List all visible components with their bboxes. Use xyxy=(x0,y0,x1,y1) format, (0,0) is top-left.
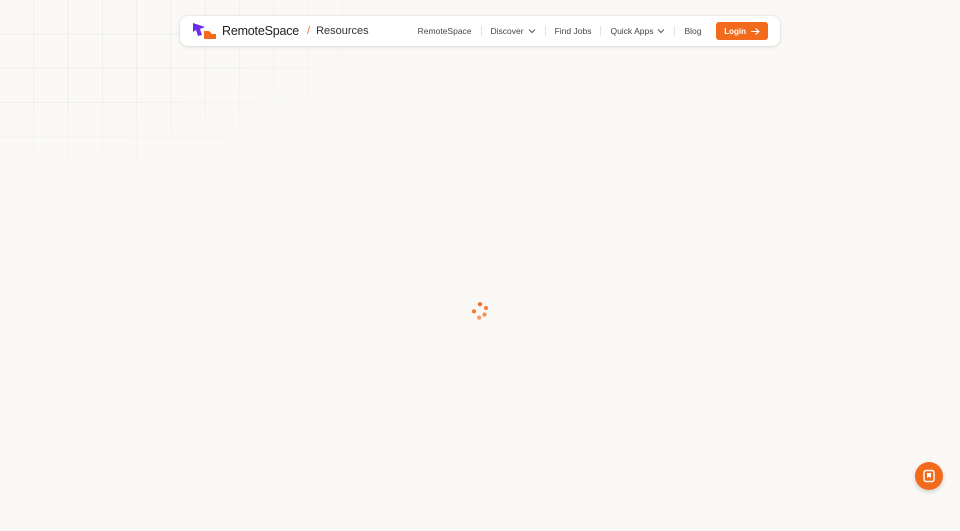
nav-item-quick-apps[interactable]: Quick Apps xyxy=(601,16,674,46)
chevron-down-icon xyxy=(528,29,535,34)
bookmark-icon xyxy=(923,469,935,483)
nav-item-discover[interactable]: Discover xyxy=(482,16,545,46)
top-navbar: RemoteSpace / Resources RemoteSpace Disc… xyxy=(180,16,780,46)
brand-section: Resources xyxy=(316,25,369,37)
bookmark-fab-button[interactable] xyxy=(915,462,943,490)
nav-item-label: Quick Apps xyxy=(610,26,654,36)
remotespace-logo-icon xyxy=(193,23,216,39)
login-button-label: Login xyxy=(724,26,746,36)
login-button[interactable]: Login xyxy=(716,22,768,40)
nav-item-label: RemoteSpace xyxy=(417,26,472,36)
page: RemoteSpace / Resources RemoteSpace Disc… xyxy=(0,0,960,531)
nav-item-remotespace[interactable]: RemoteSpace xyxy=(409,16,481,46)
brand-link[interactable]: RemoteSpace / Resources xyxy=(192,22,369,40)
nav-item-label: Find Jobs xyxy=(554,26,592,36)
loading-spinner-icon xyxy=(471,302,489,320)
chevron-down-icon xyxy=(658,29,665,34)
nav-links: RemoteSpace Discover Find Jobs Quick App… xyxy=(409,16,711,46)
nav-item-label: Discover xyxy=(490,26,524,36)
brand-separator: / xyxy=(307,25,311,37)
nav-item-find-jobs[interactable]: Find Jobs xyxy=(546,16,601,46)
brand-name: RemoteSpace xyxy=(222,24,300,38)
nav-item-label: Blog xyxy=(684,26,702,36)
arrow-right-icon xyxy=(751,27,760,35)
nav-item-blog[interactable]: Blog xyxy=(675,16,710,46)
